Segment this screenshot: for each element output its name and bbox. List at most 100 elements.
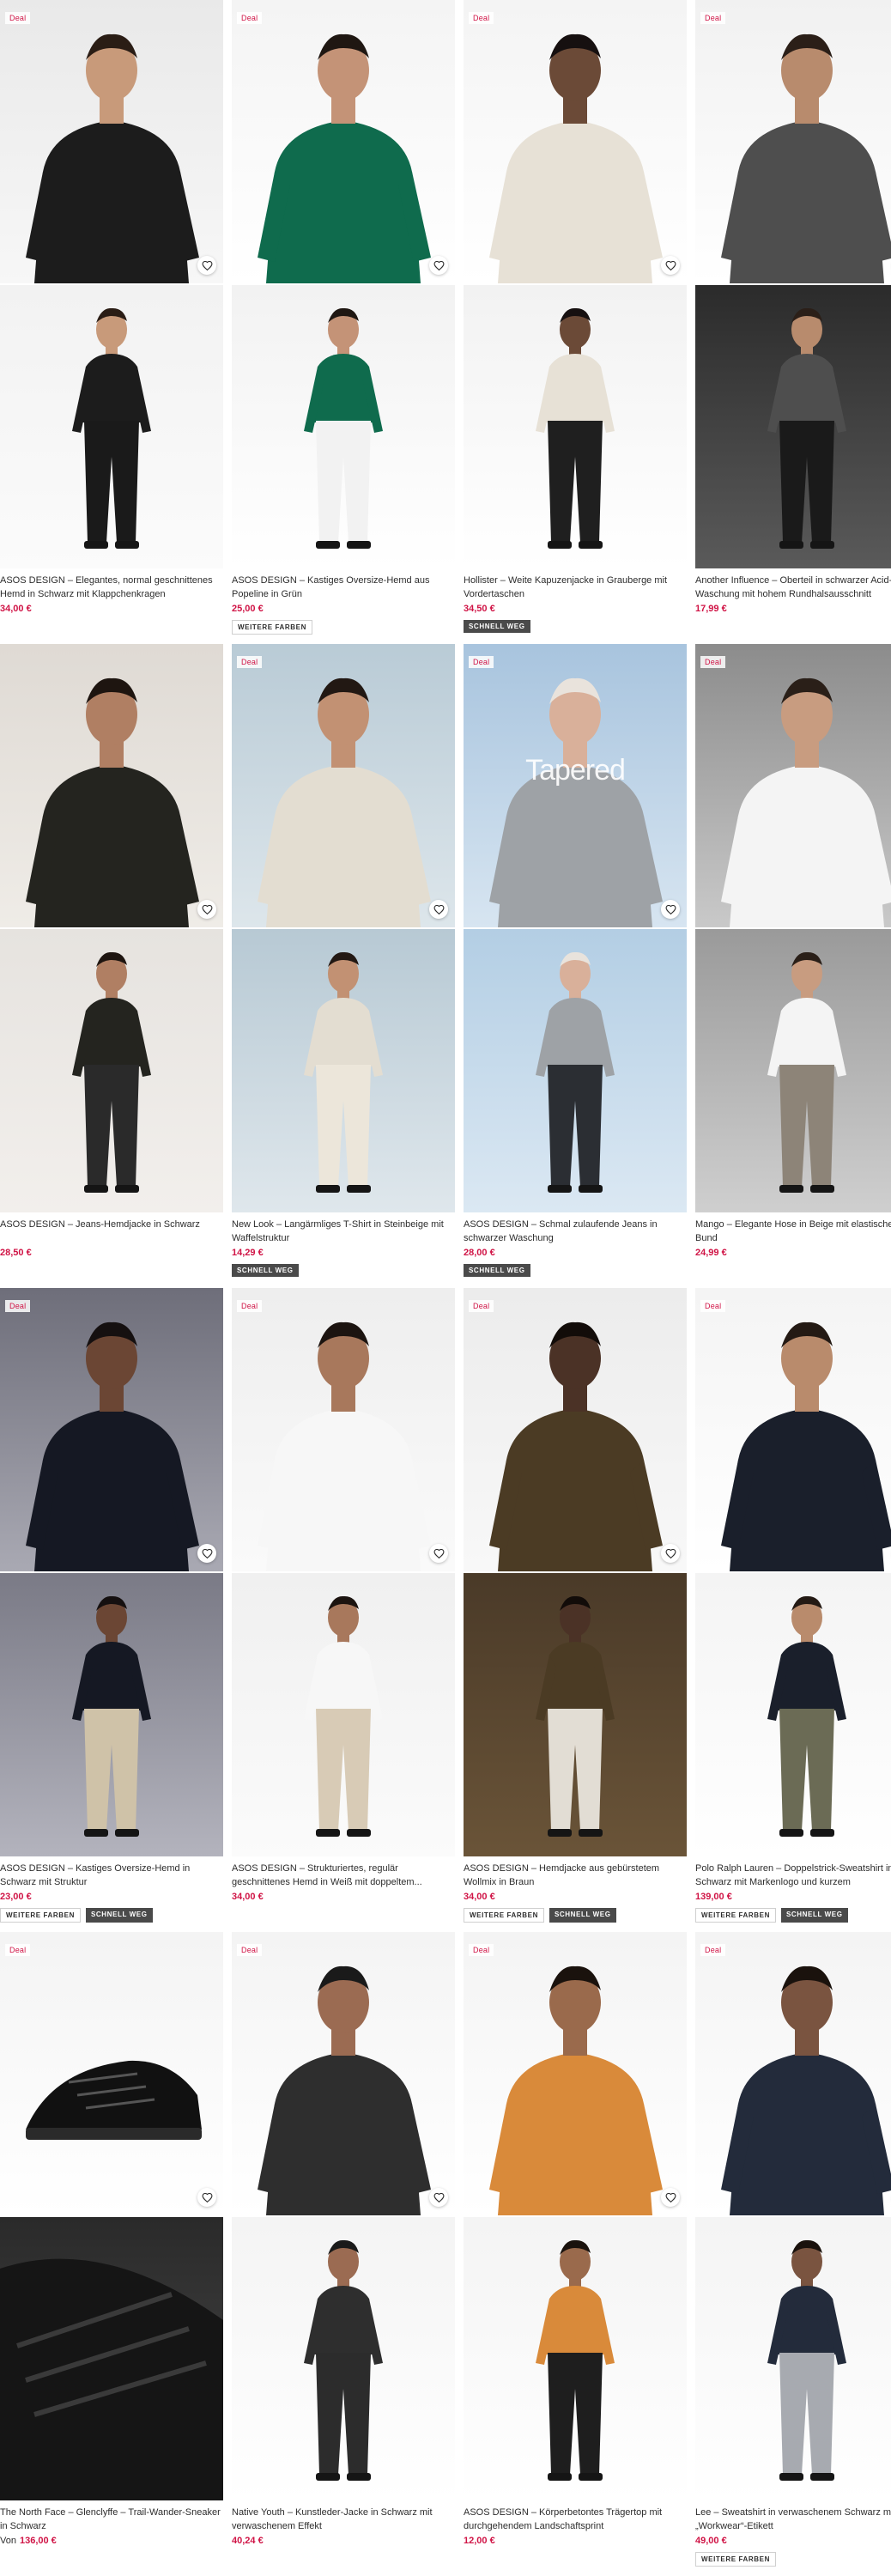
product-title[interactable]: Hollister – Weite Kapuzenjacke in Graube… — [464, 574, 685, 601]
more-colors-badge[interactable]: WEITERE FARBEN — [0, 1908, 81, 1923]
deal-badge: Deal — [700, 656, 726, 668]
deal-badge: Deal — [5, 12, 31, 24]
product-image[interactable] — [232, 1932, 455, 2215]
product-image-secondary[interactable] — [464, 2217, 687, 2500]
product-image[interactable] — [232, 644, 455, 927]
product-title[interactable]: Native Youth – Kunstleder-Jacke in Schwa… — [232, 2506, 453, 2533]
product-card[interactable]: Deal Mango – Elegante Hose in Beige mit e… — [695, 644, 891, 1284]
product-image-secondary[interactable] — [232, 929, 455, 1212]
product-card[interactable]: Deal New Look – Langärmliges T-Shirt in S… — [232, 644, 455, 1284]
save-for-later-heart-icon[interactable] — [197, 900, 216, 919]
product-card[interactable]: Deal Lee – Sweatshirt in verwaschenem Sch… — [695, 1932, 891, 2572]
save-for-later-heart-icon[interactable] — [197, 256, 216, 275]
price-prefix: Von — [0, 2536, 16, 2546]
product-image[interactable] — [232, 1288, 455, 1571]
product-card[interactable]: Deal ASOS DESIGN – Kastiges Oversize-Hemd… — [0, 1288, 223, 1928]
save-for-later-heart-icon[interactable] — [661, 900, 680, 919]
save-for-later-heart-icon[interactable] — [197, 1544, 216, 1563]
product-title[interactable]: Lee – Sweatshirt in verwaschenem Schwarz… — [695, 2506, 891, 2533]
product-image[interactable] — [0, 0, 223, 283]
product-card[interactable]: Tapered Deal ASOS DESIGN – Schmal zulaufen… — [464, 644, 687, 1284]
product-image[interactable] — [0, 644, 223, 927]
product-title[interactable]: ASOS DESIGN – Jeans-Hemdjacke in Schwarz — [0, 1218, 221, 1231]
product-image[interactable] — [0, 1932, 223, 2215]
product-image-secondary[interactable] — [464, 285, 687, 568]
product-card[interactable]: Deal ASOS DESIGN – Elegantes, normal gesc… — [0, 0, 223, 640]
save-for-later-heart-icon[interactable] — [661, 256, 680, 275]
more-colors-badge[interactable]: WEITERE FARBEN — [695, 2552, 776, 2567]
product-image[interactable] — [0, 1288, 223, 1571]
product-card[interactable]: ASOS DESIGN – Jeans-Hemdjacke in Schwarz… — [0, 644, 223, 1284]
product-card[interactable]: Deal The North Face – Glenclyffe – Trail-… — [0, 1932, 223, 2572]
product-image-secondary[interactable] — [0, 2217, 223, 2500]
save-for-later-heart-icon[interactable] — [429, 900, 448, 919]
product-title[interactable]: Mango – Elegante Hose in Beige mit elast… — [695, 1218, 891, 1245]
product-card[interactable]: Deal ASOS DESIGN – Hemdjacke aus gebürste… — [464, 1288, 687, 1928]
product-card[interactable]: Deal Native Youth – Kunstleder-Jacke in S… — [232, 1932, 455, 2572]
more-colors-badge[interactable]: WEITERE FARBEN — [232, 620, 312, 635]
product-title[interactable]: ASOS DESIGN – Schmal zulaufende Jeans in… — [464, 1218, 685, 1245]
deal-badge: Deal — [469, 1944, 494, 1956]
product-image-secondary[interactable] — [232, 2217, 455, 2500]
product-title[interactable]: The North Face – Glenclyffe – Trail-Wand… — [0, 2506, 221, 2533]
product-title[interactable]: ASOS DESIGN – Hemdjacke aus gebürstetem … — [464, 1862, 685, 1889]
product-image-secondary[interactable] — [695, 1573, 891, 1856]
save-for-later-heart-icon[interactable] — [661, 1544, 680, 1563]
price-value: 34,00 € — [232, 1892, 264, 1902]
product-image-secondary[interactable] — [695, 285, 891, 568]
product-title[interactable]: Another Influence – Oberteil in schwarze… — [695, 574, 891, 601]
product-image[interactable] — [695, 1288, 891, 1571]
product-badges: WEITERE FARBEN SCHNELL WEG — [0, 1908, 153, 1923]
product-card[interactable]: Deal Another Influence – Oberteil in schw… — [695, 0, 891, 640]
deal-badge: Deal — [5, 1944, 31, 1956]
product-card[interactable]: Deal ASOS DESIGN – Körperbetontes Trägert… — [464, 1932, 687, 2572]
deal-badge: Deal — [469, 12, 494, 24]
deal-badge: Deal — [700, 1300, 726, 1312]
save-for-later-heart-icon[interactable] — [429, 2188, 448, 2207]
save-for-later-heart-icon[interactable] — [429, 256, 448, 275]
deal-badge: Deal — [237, 656, 263, 668]
product-image-secondary[interactable] — [695, 2217, 891, 2500]
product-image[interactable] — [232, 0, 455, 283]
price-value: 28,50 € — [0, 1248, 32, 1258]
save-for-later-heart-icon[interactable] — [661, 2188, 680, 2207]
product-image-secondary[interactable] — [232, 285, 455, 568]
product-image[interactable] — [695, 644, 891, 927]
product-title[interactable]: ASOS DESIGN – Strukturiertes, regulär ge… — [232, 1862, 453, 1889]
selling-fast-badge: SCHNELL WEG — [85, 1908, 153, 1923]
product-title[interactable]: ASOS DESIGN – Körperbetontes Trägertop m… — [464, 2506, 685, 2533]
price-value: 139,00 € — [695, 1892, 732, 1902]
product-image[interactable] — [695, 1932, 891, 2215]
product-title[interactable]: New Look – Langärmliges T-Shirt in Stein… — [232, 1218, 453, 1245]
product-title[interactable]: ASOS DESIGN – Kastiges Oversize-Hemd in … — [0, 1862, 221, 1889]
deal-badge: Deal — [5, 1300, 31, 1312]
product-price: 17,99 € — [695, 604, 727, 614]
product-card[interactable]: Deal ASOS DESIGN – Strukturiertes, regulä… — [232, 1288, 455, 1928]
product-card[interactable]: Deal ASOS DESIGN – Kastiges Oversize-Hemd… — [232, 0, 455, 640]
product-image-secondary[interactable] — [0, 929, 223, 1212]
product-image[interactable] — [695, 0, 891, 283]
product-image-secondary[interactable] — [464, 1573, 687, 1856]
product-image[interactable] — [464, 1932, 687, 2215]
product-image-secondary[interactable] — [0, 1573, 223, 1856]
product-badges: SCHNELL WEG — [464, 620, 530, 633]
product-image[interactable] — [464, 1288, 687, 1571]
product-image-secondary[interactable] — [232, 1573, 455, 1856]
more-colors-badge[interactable]: WEITERE FARBEN — [464, 1908, 544, 1923]
product-image-secondary[interactable] — [464, 929, 687, 1212]
save-for-later-heart-icon[interactable] — [197, 2188, 216, 2207]
product-title[interactable]: ASOS DESIGN – Elegantes, normal geschnit… — [0, 574, 221, 601]
product-title[interactable]: Polo Ralph Lauren – Doppelstrick-Sweatsh… — [695, 1862, 891, 1889]
product-badges: WEITERE FARBEN — [232, 620, 312, 635]
save-for-later-heart-icon[interactable] — [429, 1544, 448, 1563]
product-image-secondary[interactable] — [695, 929, 891, 1212]
product-card[interactable]: Deal Hollister – Weite Kapuzenjacke in Gr… — [464, 0, 687, 640]
more-colors-badge[interactable]: WEITERE FARBEN — [695, 1908, 776, 1923]
product-title[interactable]: ASOS DESIGN – Kastiges Oversize-Hemd aus… — [232, 574, 453, 601]
product-image-secondary[interactable] — [0, 285, 223, 568]
deal-badge: Deal — [237, 1300, 263, 1312]
product-image[interactable] — [464, 0, 687, 283]
deal-badge: Deal — [469, 1300, 494, 1312]
product-card[interactable]: Deal Polo Ralph Lauren – Doppelstrick-Swe… — [695, 1288, 891, 1928]
product-price: 28,00 € — [464, 1248, 495, 1258]
